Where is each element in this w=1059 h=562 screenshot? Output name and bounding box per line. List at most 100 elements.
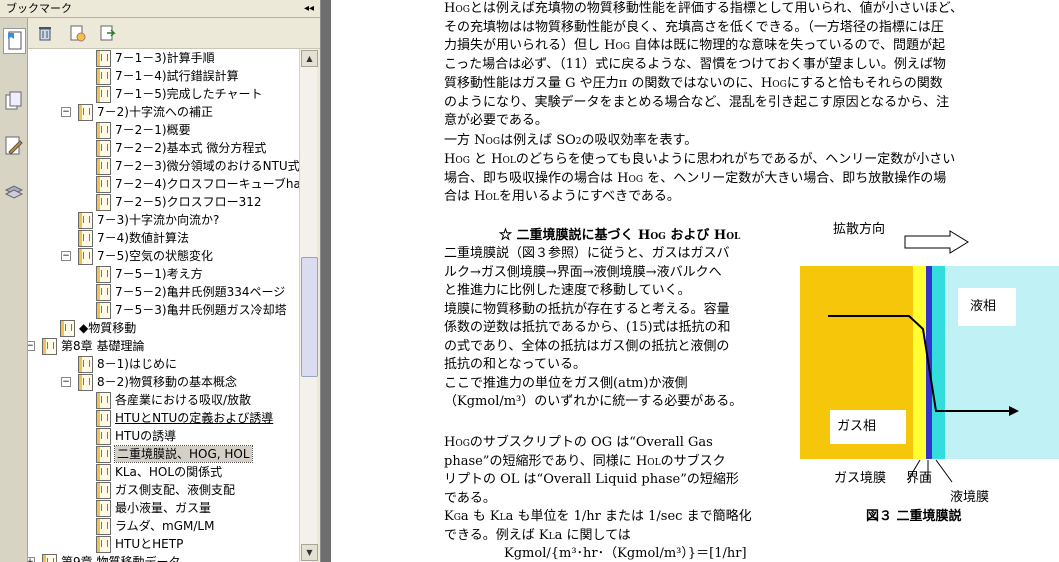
new-bookmark-icon[interactable]	[68, 24, 86, 42]
bookmark-icon	[96, 50, 111, 67]
bookmark-icon	[96, 140, 111, 157]
bookmark-label: 7－2－4)クロスフローキューブha12,tw1	[115, 177, 299, 191]
bookmark-item[interactable]: − 7－5)空気の状態変化	[28, 247, 299, 265]
bookmark-icon	[78, 248, 93, 265]
collapse-icon[interactable]: −	[28, 341, 35, 351]
bookmark-icon	[96, 122, 111, 139]
bookmark-icon	[78, 230, 93, 247]
bookmark-item[interactable]: HTUとNTUの定義および誘導	[28, 409, 299, 427]
bookmark-item[interactable]: ラムダ、mGM/LM	[28, 517, 299, 535]
document-line: 場合、即ち吸収操作の場合は HOG を、ヘンリー定数が大きい場合、即ち放散操作の…	[444, 170, 947, 186]
bookmark-item[interactable]: 最小液量、ガス量	[28, 499, 299, 517]
liquid-film-label: 液境膜	[950, 490, 990, 505]
scroll-thumb[interactable]	[301, 257, 318, 377]
document-line: 二重境膜説（図３参照）に従うと、ガスはガスバ	[444, 246, 730, 261]
bookmark-icon	[96, 518, 111, 535]
bookmark-label: HTUとHETP	[115, 537, 184, 551]
scroll-down-button[interactable]: ▼	[301, 544, 318, 561]
bookmark-label: 第8章 基礎理論	[61, 339, 145, 353]
bookmark-label: KLa、HOLの関係式	[115, 465, 223, 479]
bookmark-label: HTUとNTUの定義および誘導	[115, 411, 274, 425]
document-line: 力損失が用いられる）但し HOG 自体は既に物理的な意味を失っているので、問題が…	[444, 38, 946, 54]
document-line: 質移動性能はガス量 G や圧力π の関数ではないのに、HOGにすると恰もそれらの…	[444, 75, 943, 91]
bookmark-icon	[96, 302, 111, 319]
bookmarks-toolbar	[28, 18, 320, 49]
document-line: HOG と HOLのどちらを使っても良いように思われがちであるが、ヘンリー定数が…	[444, 152, 956, 167]
bookmark-item[interactable]: ◆物質移動	[28, 319, 299, 337]
scroll-up-button[interactable]: ▲	[301, 50, 318, 67]
bookmark-options-icon[interactable]	[98, 24, 116, 42]
bookmark-item[interactable]: 7－5－1)考え方	[28, 265, 299, 283]
bookmark-item[interactable]: 二重境膜説、HOG, HOL	[28, 445, 299, 463]
bookmark-label: 7－3)十字流か向流か?	[97, 213, 220, 227]
bookmark-label: 7－2－2)基本式 微分方程式	[115, 141, 267, 155]
delete-bookmark-icon[interactable]	[36, 24, 54, 42]
navigation-tabs	[0, 18, 28, 562]
bookmark-item[interactable]: 7－1－4)試行錯誤計算	[28, 67, 299, 85]
bookmark-item[interactable]: 7－1－5)完成したチャート	[28, 85, 299, 103]
bookmark-item[interactable]: 7－2－1)概要	[28, 121, 299, 139]
bookmark-item[interactable]: 7－5－2)亀井氏例題334ページ	[28, 283, 299, 301]
bookmark-item[interactable]: ガス側支配、液側支配	[28, 481, 299, 499]
diffusion-arrow-icon	[904, 230, 969, 254]
bookmark-item[interactable]: 7－1－3)計算手順	[28, 49, 299, 67]
bookmark-icon	[96, 500, 111, 517]
bookmark-item[interactable]: − 第8章 基礎理論	[28, 337, 299, 355]
bookmark-label: ラムダ、mGM/LM	[115, 519, 215, 533]
document-line: ここで推進力の単位をガス側(atm)か液側	[444, 375, 688, 391]
bookmark-item[interactable]: − 7－2)十字流への補正	[28, 103, 299, 121]
bookmark-item[interactable]: 7－2－2)基本式 微分方程式	[28, 139, 299, 157]
bookmark-item[interactable]: 7－3)十字流か向流か?	[28, 211, 299, 229]
bookmark-item[interactable]: 7－5－3)亀井氏例題ガス冷却塔	[28, 301, 299, 319]
document-line: こった場合は必ず、（11）式に戻るような、習慣をつけておく事が望ましい。例えば物	[444, 57, 946, 73]
bookmark-icon	[42, 554, 57, 562]
document-line: Kgmol/{m³･hr･（Kgmol/m³）}＝[1/hr]	[504, 546, 747, 561]
document-line: KGa も KLa も単位を 1/hr または 1/sec まで簡略化	[444, 509, 752, 524]
bookmark-label: 7－5－3)亀井氏例題ガス冷却塔	[115, 303, 287, 317]
document-line: である。	[444, 490, 496, 506]
collapse-icon[interactable]: −	[61, 377, 71, 387]
bookmark-icon	[78, 212, 93, 229]
document-line: 意が必要である。	[444, 113, 548, 129]
tree-scrollbar[interactable]: ▲ ▼	[299, 49, 318, 562]
collapse-icon[interactable]: −	[61, 251, 71, 261]
bookmark-item[interactable]: 8－1)はじめに	[28, 355, 299, 373]
bookmark-item[interactable]: 各産業における吸収/放散	[28, 391, 299, 409]
comments-tab-icon[interactable]	[3, 134, 24, 158]
bookmark-item[interactable]: HTUとHETP	[28, 535, 299, 553]
bookmark-icon	[96, 266, 111, 283]
bookmark-item[interactable]: KLa、HOLの関係式	[28, 463, 299, 481]
collapse-icon[interactable]: −	[61, 107, 71, 117]
bookmark-item[interactable]: HTUの誘導	[28, 427, 299, 445]
bookmark-item[interactable]: 7－2－5)クロスフロー312	[28, 193, 299, 211]
layers-tab-icon[interactable]	[3, 178, 24, 202]
bookmark-item[interactable]: + 第9章 物質移動データ	[28, 553, 299, 562]
bookmark-item[interactable]: 7－2－3)微分領域のおけるNTU式	[28, 157, 299, 175]
bookmark-icon	[96, 86, 111, 103]
section-heading: ☆ 二重境膜説に基づく HOG および HOL	[499, 228, 741, 243]
bookmark-item[interactable]: 7－4)数値計算法	[28, 229, 299, 247]
bookmark-label: HTUの誘導	[115, 429, 177, 443]
document-line: 合は HOLを用いるようにすべきである。	[444, 189, 680, 205]
collapse-panel-button[interactable]: ◂◂	[304, 0, 314, 17]
pages-tab-icon[interactable]	[3, 90, 24, 114]
bookmark-icon	[96, 68, 111, 85]
two-film-diagram: 拡散方向 液相 ガス相 ガス境膜 界面 液境膜 図３ 二重境膜説	[800, 218, 1059, 528]
bookmark-item[interactable]: − 8－2)物質移動の基本概念	[28, 373, 299, 391]
diffusion-direction-label: 拡散方向	[833, 222, 886, 237]
document-line: 係数の逆数は抵抗であるから、(15)式は抵抗の和	[444, 320, 731, 335]
bookmark-icon	[96, 446, 111, 463]
bookmark-label: 8－1)はじめに	[97, 357, 177, 371]
interface-label: 界面	[906, 471, 933, 486]
expand-icon[interactable]: +	[28, 557, 35, 562]
bookmark-icon	[96, 482, 111, 499]
document-line: 境膜に物質移動の抵抗が存在すると考える。容量	[444, 301, 730, 317]
bookmark-icon	[78, 374, 93, 391]
bookmark-icon	[96, 194, 111, 211]
panel-splitter[interactable]	[321, 0, 331, 562]
bookmarks-panel: ブックマーク ◂◂ 7－1－3)計算手順 7－1－4)試行錯誤計算 7－1－5)完成…	[0, 0, 321, 562]
bookmark-label: 7－2－3)微分領域のおけるNTU式	[115, 159, 299, 173]
bookmarks-tab-icon[interactable]	[3, 28, 26, 54]
bookmark-label: 7－4)数値計算法	[97, 231, 189, 245]
bookmark-item[interactable]: 7－2－4)クロスフローキューブha12,tw1	[28, 175, 299, 193]
